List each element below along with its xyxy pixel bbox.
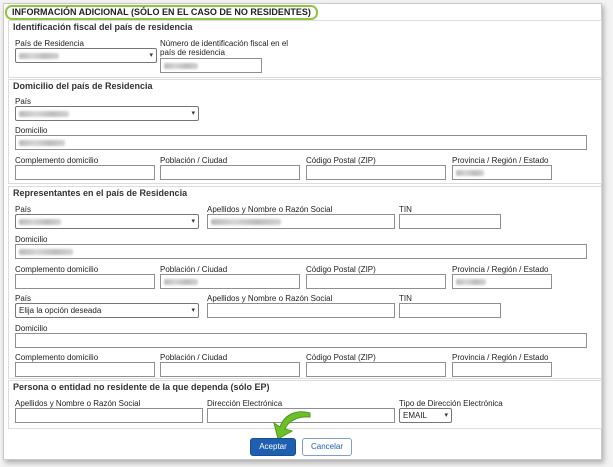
rep1-tin-input[interactable] [399,214,501,229]
rep1-complemento-input[interactable] [15,274,155,289]
entidad-tipo-selected: EMAIL [403,411,428,420]
section-representantes: Representantes en el país de Residencia … [8,186,602,379]
dom-provincia-input[interactable] [452,165,552,180]
chevron-down-icon: ▾ [191,307,195,314]
section-domicilio-title: Domicilio del país de Residencia [13,81,153,91]
section-fiscal-title: Identificación fiscal del país de reside… [13,22,193,32]
rep1-cp-input[interactable] [306,274,446,289]
chevron-down-icon: ▾ [149,52,153,59]
entidad-apellidos-input[interactable] [15,408,203,423]
rep2-complemento-input[interactable] [15,362,155,377]
rep1-provincia-input[interactable] [452,274,552,289]
dom-pais-select[interactable]: ▾ [15,106,199,121]
section-representantes-title: Representantes en el país de Residencia [13,188,188,198]
accept-button[interactable]: Aceptar [250,438,296,456]
chevron-down-icon: ▾ [191,218,195,225]
section-entidad-title: Persona o entidad no residente de la que… [13,382,270,392]
pais-residencia-select[interactable]: ▾ [15,48,157,63]
rep2-poblacion-input[interactable] [160,362,300,377]
chevron-down-icon: ▾ [444,412,448,419]
section-domicilio: Domicilio del país de Residencia País ▾ … [8,79,602,184]
form-window: INFORMACIÓN ADICIONAL (SÓLO EN EL CASO D… [3,3,602,460]
rep1-apellidos-input[interactable] [207,214,395,229]
nif-label-line2: país de residencia [160,48,225,57]
rep2-apellidos-input[interactable] [207,303,395,318]
rep1-domicilio-input[interactable] [15,244,587,259]
rep1-pais-select[interactable]: ▾ [15,214,199,229]
dom-complemento-input[interactable] [15,165,155,180]
entidad-tipo-select[interactable]: EMAIL ▾ [399,408,452,423]
rep1-poblacion-input[interactable] [160,274,300,289]
dom-poblacion-input[interactable] [160,165,300,180]
dom-domicilio-input[interactable] [15,135,587,150]
page-title: INFORMACIÓN ADICIONAL (SÓLO EN EL CASO D… [5,5,318,20]
section-fiscal: Identificación fiscal del país de reside… [8,20,602,78]
nif-input[interactable] [160,58,262,73]
rep2-domicilio-input[interactable] [15,333,587,348]
rep2-provincia-input[interactable] [452,362,552,377]
rep2-tin-input[interactable] [399,303,501,318]
rep2-pais-select[interactable]: Elija la opción deseada ▾ [15,303,199,318]
chevron-down-icon: ▾ [191,110,195,117]
dom-cp-input[interactable] [306,165,446,180]
rep2-pais-selected: Elija la opción deseada [19,306,102,315]
rep2-cp-input[interactable] [306,362,446,377]
cancel-button[interactable]: Cancelar [302,438,352,456]
